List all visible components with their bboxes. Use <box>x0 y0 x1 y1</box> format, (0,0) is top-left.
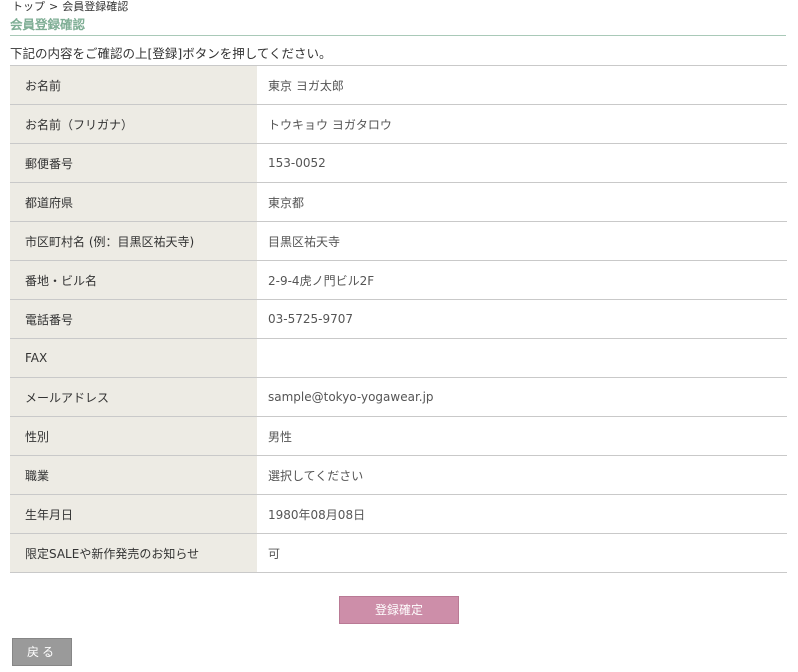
row-label-newsletter: 限定SALEや新作発売のお知らせ <box>10 533 257 573</box>
row-label-prefecture: 都道府県 <box>10 182 257 222</box>
row-value-fax <box>257 338 787 378</box>
breadcrumb: トップ > 会員登録確認 <box>12 0 128 14</box>
row-value-prefecture: 東京都 <box>257 182 787 222</box>
page-title: 会員登録確認 <box>10 16 786 36</box>
row-label-address: 番地・ビル名 <box>10 260 257 300</box>
table-row-name-kana: お名前（フリガナ） トウキョウ ヨガタロウ <box>10 104 787 144</box>
row-label-fax: FAX <box>10 338 257 378</box>
table-row-name: お名前 東京 ヨガ太郎 <box>10 65 787 105</box>
row-label-phone: 電話番号 <box>10 299 257 339</box>
instruction-text: 下記の内容をご確認の上[登録]ボタンを押してください。 <box>10 46 332 61</box>
row-value-phone: 03-5725-9707 <box>257 299 787 339</box>
row-value-address: 2-9-4虎ノ門ビル2F <box>257 260 787 300</box>
breadcrumb-home-link[interactable]: トップ <box>12 0 45 13</box>
breadcrumb-current: 会員登録確認 <box>62 0 129 13</box>
row-value-name-kana: トウキョウ ヨガタロウ <box>257 104 787 144</box>
table-row-prefecture: 都道府県 東京都 <box>10 182 787 222</box>
table-row-fax: FAX <box>10 338 787 378</box>
table-row-gender: 性別 男性 <box>10 416 787 456</box>
table-row-occupation: 職業 選択してください <box>10 455 787 495</box>
row-value-occupation: 選択してください <box>257 455 787 495</box>
table-row-city: 市区町村名 (例：目黒区祐天寺) 目黒区祐天寺 <box>10 221 787 261</box>
row-value-newsletter: 可 <box>257 533 787 573</box>
row-value-birthdate: 1980年08月08日 <box>257 494 787 534</box>
table-row-phone: 電話番号 03-5725-9707 <box>10 299 787 339</box>
table-row-postal-code: 郵便番号 153-0052 <box>10 143 787 183</box>
table-row-birthdate: 生年月日 1980年08月08日 <box>10 494 787 534</box>
table-row-newsletter: 限定SALEや新作発売のお知らせ 可 <box>10 533 787 573</box>
row-value-gender: 男性 <box>257 416 787 456</box>
row-label-name: お名前 <box>10 65 257 105</box>
row-value-name: 東京 ヨガ太郎 <box>257 65 787 105</box>
confirm-registration-button[interactable]: 登録確定 <box>339 596 459 624</box>
back-button[interactable]: 戻る <box>12 638 72 666</box>
row-label-occupation: 職業 <box>10 455 257 495</box>
row-label-email: メールアドレス <box>10 377 257 417</box>
breadcrumb-separator: > <box>49 0 59 13</box>
row-label-gender: 性別 <box>10 416 257 456</box>
row-label-birthdate: 生年月日 <box>10 494 257 534</box>
row-label-name-kana: お名前（フリガナ） <box>10 104 257 144</box>
confirmation-table: お名前 東京 ヨガ太郎 お名前（フリガナ） トウキョウ ヨガタロウ 郵便番号 1… <box>10 65 787 573</box>
row-label-postal-code: 郵便番号 <box>10 143 257 183</box>
row-value-email: sample@tokyo-yogawear.jp <box>257 377 787 417</box>
table-row-email: メールアドレス sample@tokyo-yogawear.jp <box>10 377 787 417</box>
row-value-postal-code: 153-0052 <box>257 143 787 183</box>
row-value-city: 目黒区祐天寺 <box>257 221 787 261</box>
row-label-city: 市区町村名 (例：目黒区祐天寺) <box>10 221 257 261</box>
table-row-address: 番地・ビル名 2-9-4虎ノ門ビル2F <box>10 260 787 300</box>
